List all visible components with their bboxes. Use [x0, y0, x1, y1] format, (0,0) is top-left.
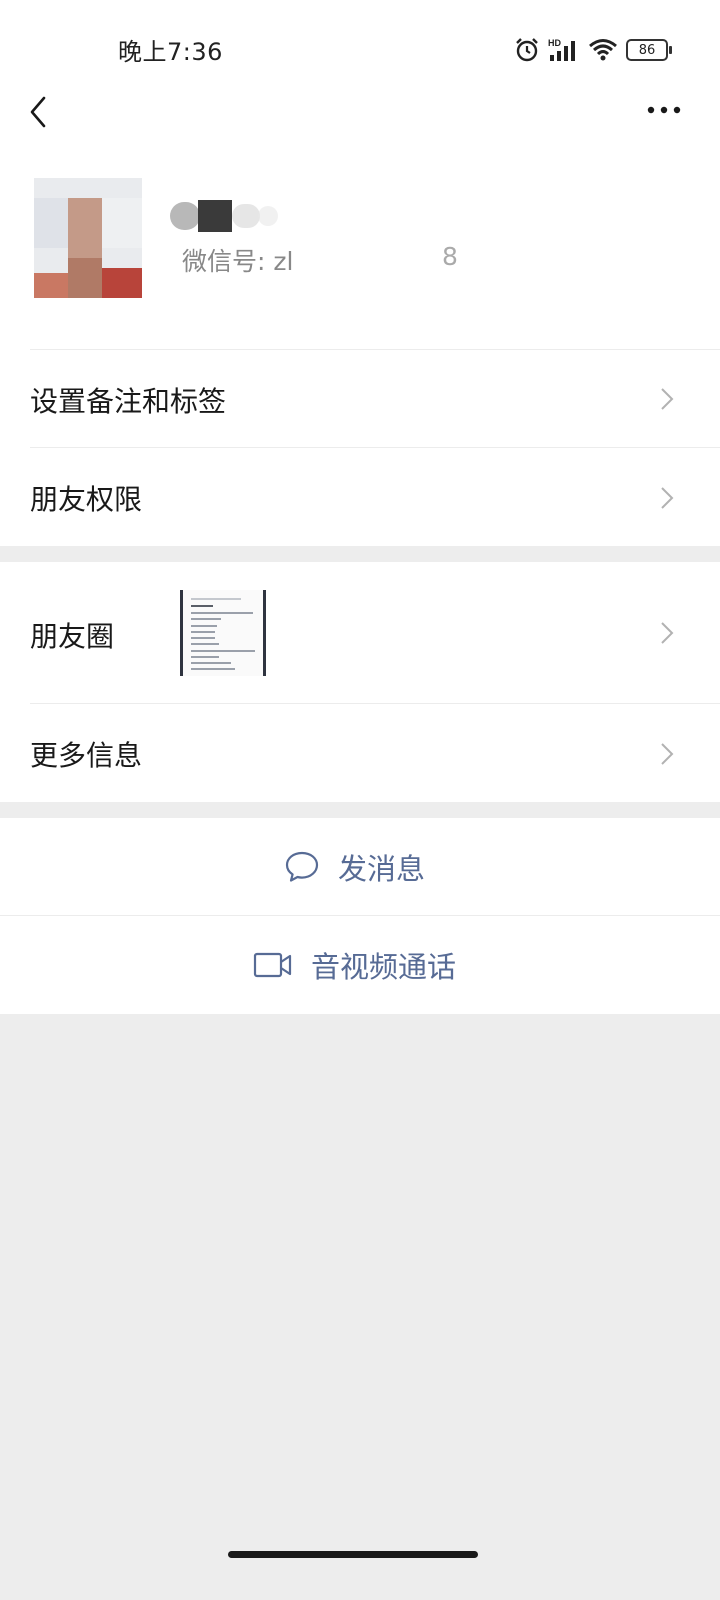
friend-permissions-label: 朋友权限 — [30, 483, 143, 516]
status-time: 晚上7:36 — [118, 38, 223, 66]
remark-tags-label: 设置备注和标签 — [30, 385, 227, 418]
moments-thumbnail — [180, 590, 266, 676]
alarm-icon — [516, 38, 538, 62]
send-message-label: 发消息 — [338, 852, 426, 886]
signal-icon: HD — [548, 38, 575, 61]
moments-row[interactable]: 朋友圈 — [0, 562, 720, 704]
avatar[interactable] — [34, 178, 142, 298]
wechat-id-tail: 8 — [442, 242, 458, 271]
friend-permissions-row[interactable]: 朋友权限 — [0, 448, 720, 546]
chat-bubble-icon — [285, 851, 319, 882]
av-call-label: 音视频通话 — [311, 950, 457, 984]
wechat-id: 微信号: zl — [182, 247, 294, 276]
nickname-blurred — [170, 200, 278, 232]
wifi-icon — [589, 39, 617, 61]
top-nav — [0, 80, 720, 140]
battery-icon: 86 — [626, 39, 672, 61]
profile-header: 微信号: zl 8 — [0, 140, 720, 350]
send-message-button[interactable]: 发消息 — [0, 818, 720, 916]
chevron-left-icon[interactable] — [22, 92, 62, 132]
remark-tags-row[interactable]: 设置备注和标签 — [0, 350, 720, 448]
chevron-right-icon — [661, 487, 674, 509]
home-indicator[interactable] — [228, 1551, 478, 1558]
chevron-right-icon — [661, 622, 674, 644]
battery-level: 86 — [638, 42, 656, 58]
more-info-row[interactable]: 更多信息 — [0, 704, 720, 802]
network-label: HD — [548, 38, 561, 48]
chevron-right-icon — [661, 743, 674, 765]
av-call-button[interactable]: 音视频通话 — [0, 916, 720, 1014]
chevron-right-icon — [661, 388, 674, 410]
status-icons: HD 86 — [514, 36, 672, 64]
video-camera-icon — [253, 952, 292, 978]
ellipsis-icon[interactable] — [644, 98, 684, 122]
moments-label: 朋友圈 — [30, 620, 115, 653]
more-info-label: 更多信息 — [30, 739, 143, 772]
